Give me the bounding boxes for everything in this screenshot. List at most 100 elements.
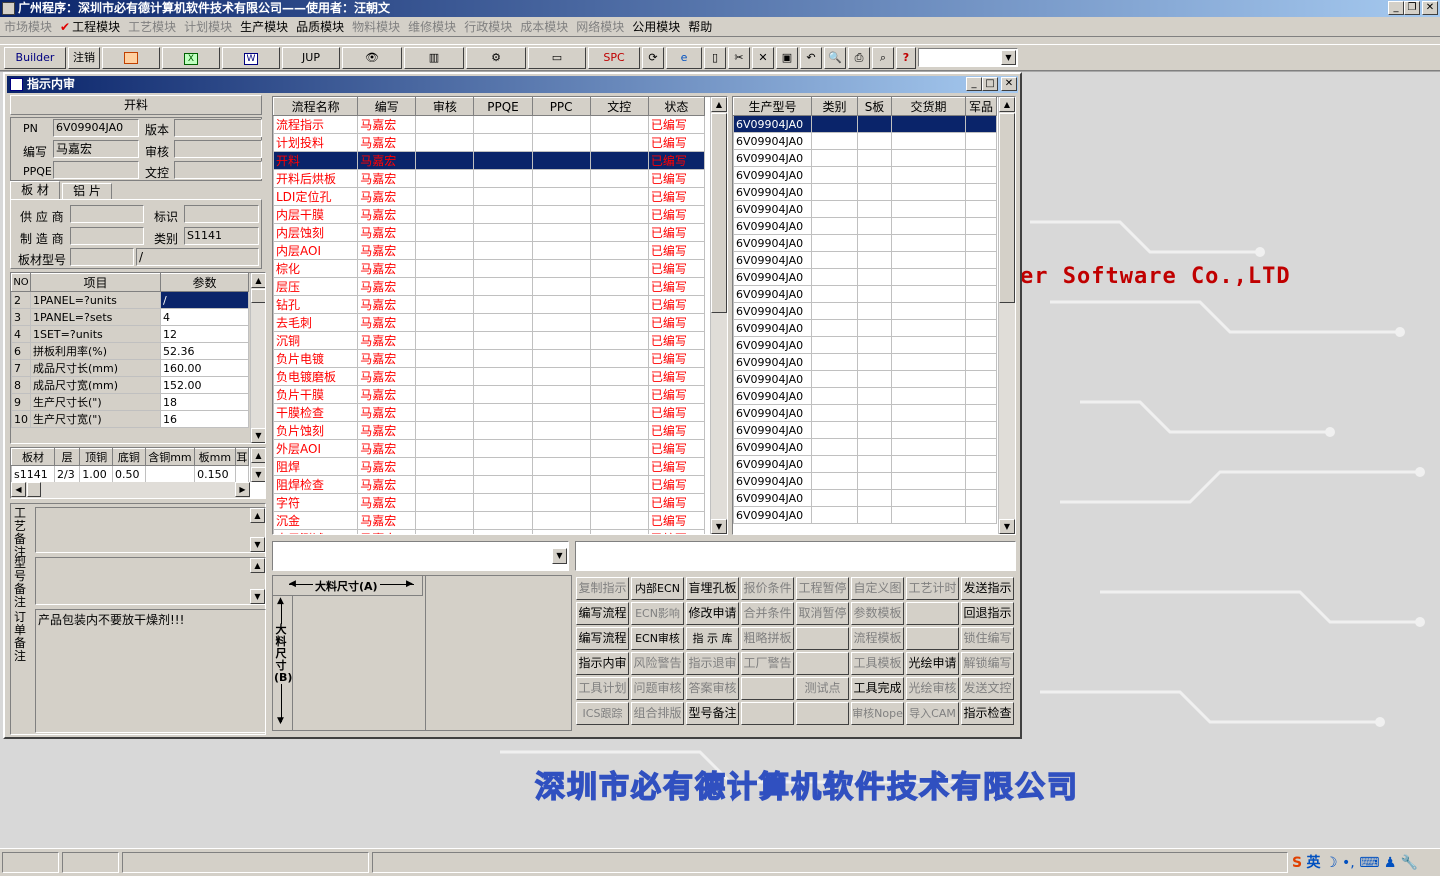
param-cell[interactable]: / xyxy=(160,291,249,309)
process-row[interactable]: 阻焊检查 马嘉宏 已编写 xyxy=(273,475,706,494)
model-row[interactable]: 6V09904JA0 xyxy=(733,200,997,218)
scroll-right-icon[interactable]: ▶ xyxy=(235,482,250,497)
doc-field[interactable] xyxy=(174,161,262,179)
action-button[interactable]: 指示检查 xyxy=(961,702,1014,725)
param-row[interactable]: 8 成品尺寸宽(mm) 152.00 xyxy=(11,376,249,394)
param-cell[interactable]: 18 xyxy=(160,393,249,411)
action-button[interactable]: 报价条件 xyxy=(741,577,794,600)
action-button[interactable]: 编写流程 xyxy=(576,627,629,650)
mark-field[interactable] xyxy=(184,205,259,223)
process-header[interactable]: 审核 xyxy=(415,97,475,116)
process-row[interactable]: 沉金 马嘉宏 已编写 xyxy=(273,511,706,530)
model-row[interactable]: 6V09904JA0 xyxy=(733,438,997,456)
material-cell[interactable]: 0.50 xyxy=(111,465,146,483)
scroll-up-icon[interactable]: ▲ xyxy=(250,558,265,573)
toolbar-combo[interactable]: ▼ xyxy=(918,48,1018,67)
model-row[interactable]: 6V09904JA0 xyxy=(733,319,997,337)
model-header[interactable]: S板 xyxy=(857,97,892,116)
process-row[interactable]: LDI定位孔 马嘉宏 已编写 xyxy=(273,187,706,206)
action-button[interactable]: 工具计划 xyxy=(576,677,629,700)
instruction-text-field[interactable] xyxy=(575,541,1016,571)
scroll-up-icon[interactable]: ▲ xyxy=(251,273,265,288)
action-button[interactable]: ECN影响 xyxy=(631,602,684,625)
action-button[interactable] xyxy=(796,627,849,650)
material-cell[interactable] xyxy=(234,465,250,483)
menu-item-4[interactable]: 生产模块 xyxy=(236,17,292,37)
supplier-field[interactable] xyxy=(70,205,144,223)
model-row[interactable]: 6V09904JA0 xyxy=(733,387,997,405)
board-model-field-2[interactable]: / xyxy=(136,248,259,266)
delete-icon[interactable]: ✕ xyxy=(752,47,774,69)
action-button[interactable]: 解锁编写 xyxy=(961,652,1014,675)
process-scrollbar[interactable]: ▲ ▼ xyxy=(710,97,727,534)
process-row[interactable]: 内层干膜 马嘉宏 已编写 xyxy=(273,205,706,224)
action-button[interactable]: 工厂警告 xyxy=(741,652,794,675)
process-row[interactable]: 去毛刺 马嘉宏 已编写 xyxy=(273,313,706,332)
excel-icon[interactable]: X xyxy=(162,47,220,69)
board-model-field[interactable] xyxy=(70,248,134,266)
model-row[interactable]: 6V09904JA0 xyxy=(733,234,997,252)
param-row[interactable]: 6 拼板利用率(%) 52.36 xyxy=(11,342,249,360)
scroll-left-icon[interactable]: ◀ xyxy=(11,482,26,497)
process-row[interactable]: 干膜检查 马嘉宏 已编写 xyxy=(273,403,706,422)
menu-item-0[interactable]: 市场模块 xyxy=(0,17,56,37)
model-header[interactable]: 军品 xyxy=(965,97,997,116)
action-button[interactable]: 风险警告 xyxy=(631,652,684,675)
action-button[interactable]: 工具完成 xyxy=(851,677,904,700)
action-button[interactable]: 指 示 库 xyxy=(686,627,739,650)
model-row[interactable]: 6V09904JA0 xyxy=(733,472,997,490)
action-button[interactable]: ICS跟踪 xyxy=(576,702,629,725)
scroll-up-icon[interactable]: ▲ xyxy=(711,97,727,112)
action-button[interactable] xyxy=(796,652,849,675)
model-row[interactable]: 6V09904JA0 xyxy=(733,149,997,167)
material-cell[interactable]: 1.00 xyxy=(79,465,113,483)
param-row[interactable]: 3 1PANEL=?sets 4 xyxy=(11,308,249,326)
model-header[interactable]: 类别 xyxy=(811,97,858,116)
pn-field[interactable]: 6V09904JA0 xyxy=(53,119,139,137)
action-button[interactable]: 编写流程 xyxy=(576,602,629,625)
scroll-down-icon[interactable]: ▼ xyxy=(250,537,265,552)
param-cell[interactable]: 16 xyxy=(160,410,249,428)
scroll-thumb[interactable] xyxy=(251,289,265,303)
process-header[interactable]: 编写 xyxy=(357,97,417,116)
skin-icon[interactable]: ♟ xyxy=(1384,855,1397,871)
scroll-down-icon[interactable]: ▼ xyxy=(711,519,727,534)
action-button[interactable]: 指示内审 xyxy=(576,652,629,675)
process-row[interactable]: 外层AOI 马嘉宏 已编写 xyxy=(273,439,706,458)
process-row[interactable]: 沉铜 马嘉宏 已编写 xyxy=(273,331,706,350)
version-field[interactable] xyxy=(174,119,262,137)
process-header[interactable]: PPQE xyxy=(473,97,533,116)
process-combo[interactable]: ▼ xyxy=(272,541,569,571)
process-header[interactable]: PPC xyxy=(531,97,591,116)
param-row[interactable]: 2 1PANEL=?units / xyxy=(11,291,249,309)
param-row[interactable]: 4 1SET=?units 12 xyxy=(11,325,249,343)
action-button[interactable]: 指示退审 xyxy=(686,652,739,675)
sogou-icon[interactable]: S xyxy=(1292,855,1302,871)
tab-aluminium[interactable]: 铝 片 xyxy=(62,183,112,200)
maker-field[interactable] xyxy=(70,227,144,245)
ie-icon[interactable]: e xyxy=(666,47,702,69)
material-vscroll[interactable]: ▲ ▼ xyxy=(250,448,265,482)
find-icon[interactable]: ⌕ xyxy=(872,47,894,69)
process-row[interactable]: 负片蚀刻 马嘉宏 已编写 xyxy=(273,421,706,440)
new-doc-icon[interactable]: ▯ xyxy=(704,47,726,69)
refresh-icon[interactable]: ⟳ xyxy=(642,47,664,69)
scroll-up-icon[interactable]: ▲ xyxy=(999,97,1015,112)
process-row[interactable]: 字符 马嘉宏 已编写 xyxy=(273,493,706,512)
menu-item-7[interactable]: 维修模块 xyxy=(404,17,460,37)
keyboard-icon[interactable]: ⌨ xyxy=(1359,855,1379,871)
model-row[interactable]: 6V09904JA0 xyxy=(733,421,997,439)
win-close-button[interactable]: ✕ xyxy=(1001,77,1017,91)
action-button[interactable]: 修改申请 xyxy=(686,602,739,625)
process-row[interactable]: 内层蚀刻 马嘉宏 已编写 xyxy=(273,223,706,242)
process-row[interactable]: 负片电镀 马嘉宏 已编写 xyxy=(273,349,706,368)
scroll-up-icon[interactable]: ▲ xyxy=(250,508,265,523)
chevron-down-icon[interactable]: ▼ xyxy=(552,548,567,564)
scroll-down-icon[interactable]: ▼ xyxy=(999,519,1015,534)
win-maximize-button[interactable]: □ xyxy=(982,77,998,91)
menu-item-12[interactable]: 帮助 xyxy=(684,17,716,37)
win-minimize-button[interactable]: _ xyxy=(966,77,982,91)
process-row[interactable]: 电子测试马嘉宏 已编写 xyxy=(273,529,706,534)
scroll-up-icon[interactable]: ▲ xyxy=(251,448,265,463)
ppqe-field[interactable] xyxy=(53,161,139,179)
